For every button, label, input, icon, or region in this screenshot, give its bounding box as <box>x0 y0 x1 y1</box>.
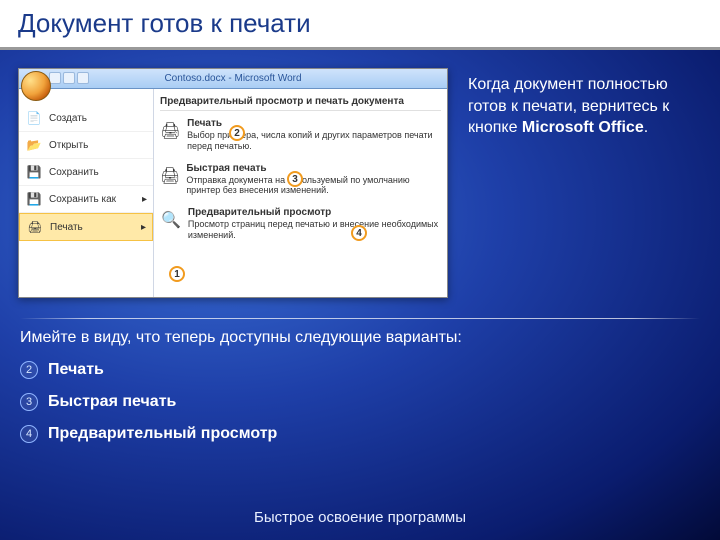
option-title: Печать <box>187 118 222 129</box>
bullet-item: 4 Предварительный просмотр <box>20 425 700 443</box>
window-titlebar: Contoso.docx - Microsoft Word <box>19 69 447 89</box>
open-icon: 📂 <box>25 136 43 154</box>
menu-label: Сохранить <box>49 167 99 178</box>
qat-button[interactable] <box>77 72 89 84</box>
bullet-item: 2 Печать <box>20 361 700 379</box>
menu-item-open[interactable]: 📂 Открыть <box>19 132 153 159</box>
num-badge: 2 <box>20 361 38 379</box>
menu-label: Создать <box>49 113 87 124</box>
num-badge: 4 <box>20 425 38 443</box>
intro-text: Имейте в виду, что теперь доступны следу… <box>20 329 700 347</box>
menu-item-new[interactable]: 📄 Создать <box>19 105 153 132</box>
office-button[interactable] <box>21 71 51 101</box>
menu-label: Сохранить как <box>49 194 116 205</box>
qat-button[interactable] <box>49 72 61 84</box>
bullet-list: 2 Печать 3 Быстрая печать 4 Предваритель… <box>20 361 700 443</box>
option-title: Быстрая печать <box>186 163 266 174</box>
print-icon: 🖨 <box>160 118 181 144</box>
app-screenshot: Contoso.docx - Microsoft Word 📄 Создать … <box>18 68 448 298</box>
callout-4: 4 <box>351 225 367 241</box>
preview-icon: 🔍 <box>160 207 182 233</box>
qat-button[interactable] <box>63 72 75 84</box>
panel-title: Предварительный просмотр и печать докуме… <box>160 93 441 111</box>
save-as-icon: 💾 <box>25 190 43 208</box>
divider <box>20 318 700 319</box>
bullet-label: Печать <box>48 361 104 379</box>
num-badge: 3 <box>20 393 38 411</box>
footer-text: Быстрое освоение программы <box>0 509 720 526</box>
bullet-label: Быстрая печать <box>48 393 176 411</box>
bottom-text: Имейте в виду, что теперь доступны следу… <box>0 329 720 443</box>
office-menu-right-panel: Предварительный просмотр и печать докуме… <box>154 89 447 297</box>
menu-item-print[interactable]: 🖨 Печать ▸ <box>19 213 153 241</box>
side-text-post: . <box>644 119 648 136</box>
slide-title: Документ готов к печати <box>0 0 720 50</box>
menu-label: Открыть <box>49 140 88 151</box>
quick-access-toolbar <box>49 72 89 84</box>
window-title: Contoso.docx - Microsoft Word <box>164 73 301 84</box>
office-menu-left: 📄 Создать 📂 Открыть 💾 Сохранить 💾 Сохран… <box>19 89 154 297</box>
save-icon: 💾 <box>25 163 43 181</box>
bullet-item: 3 Быстрая печать <box>20 393 700 411</box>
bullet-label: Предварительный просмотр <box>48 425 277 443</box>
option-desc: Просмотр страниц перед печатью и внесени… <box>188 219 438 240</box>
side-text: Когда документ полностью готов к печати,… <box>468 68 702 298</box>
new-icon: 📄 <box>25 109 43 127</box>
menu-item-save-as[interactable]: 💾 Сохранить как ▸ <box>19 186 153 213</box>
side-text-bold: Microsoft Office <box>522 119 644 136</box>
option-print-preview[interactable]: 🔍 Предварительный просмотр Просмотр стра… <box>160 204 441 249</box>
option-title: Предварительный просмотр <box>188 207 331 218</box>
chevron-right-icon: ▸ <box>141 222 146 233</box>
option-print[interactable]: 🖨 Печать Выбор принтера, числа копий и д… <box>160 115 441 160</box>
quick-print-icon: 🖨 <box>160 163 180 189</box>
option-desc: Выбор принтера, числа копий и других пар… <box>187 130 432 151</box>
menu-item-save[interactable]: 💾 Сохранить <box>19 159 153 186</box>
content-row: Contoso.docx - Microsoft Word 📄 Создать … <box>0 50 720 308</box>
callout-2: 2 <box>229 125 245 141</box>
callout-3: 3 <box>287 171 303 187</box>
callout-1: 1 <box>169 266 185 282</box>
menu-label: Печать <box>50 222 83 233</box>
print-icon: 🖨 <box>26 218 44 236</box>
chevron-right-icon: ▸ <box>142 194 147 205</box>
